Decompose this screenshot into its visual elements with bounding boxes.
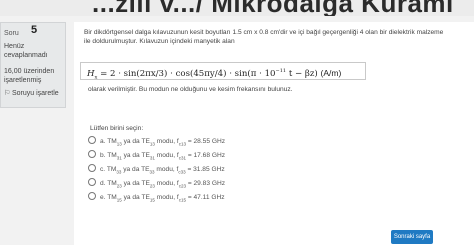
option-mode-te: ya da TE (121, 166, 150, 173)
answer-option[interactable]: a. TM13 ya da TE13 modu, fc13 = 28.55 GH… (88, 136, 318, 148)
option-mode-tm: TM (107, 138, 117, 145)
option-letter: c. (100, 166, 106, 173)
option-mode-tm: TM (107, 180, 117, 187)
flag-question-label: Soruyu işaretle (11, 90, 59, 97)
answer-option[interactable]: d. TM23 ya da TE23 modu, fc23 = 29.83 GH… (88, 178, 318, 190)
option-cutoff-value: = 28.55 GHz (185, 138, 226, 145)
question-prompt: Bir dikdörtgensel dalga kılavuzunun kesi… (84, 29, 444, 45)
radio-button[interactable] (88, 150, 96, 158)
option-letter: b. (100, 152, 106, 159)
radio-button[interactable] (88, 192, 96, 200)
formula-lhs: H (87, 68, 95, 79)
question-label: Soru (4, 30, 19, 37)
option-cutoff-sub: c23 (178, 183, 186, 189)
option-mode-te: ya da TE (121, 138, 150, 145)
option-mode-te: ya da TE (121, 194, 150, 201)
next-page-button[interactable]: Sonraki sayfa (391, 230, 433, 244)
radio-button[interactable] (88, 164, 96, 172)
formula-lhs-sub: x (94, 74, 98, 81)
formula-rhs-a: = 2 · sin(2πx/3) · cos(45πy/4) · sin(π ·… (100, 68, 276, 79)
flag-icon: ⚐ (4, 90, 11, 97)
radio-button[interactable] (88, 178, 96, 186)
option-cutoff-sub: c15 (178, 197, 186, 203)
formula-exponent: −11 (275, 68, 287, 74)
question-number: 5 (31, 24, 38, 36)
option-letter: d. (100, 180, 106, 187)
option-cutoff-label: modu, f (154, 138, 179, 145)
option-letter: e. (100, 194, 106, 201)
answer-option[interactable]: e. TM15 ya da TE15 modu, fc15 = 47.11 GH… (88, 192, 318, 204)
option-cutoff-sub: c31 (178, 155, 186, 161)
option-mode-tm: TM (107, 152, 117, 159)
option-cutoff-label: modu, f (154, 166, 179, 173)
answer-option[interactable]: c. TM33 ya da TE33 modu, fc33 = 31.85 GH… (88, 164, 318, 176)
option-mode-te: ya da TE (121, 180, 150, 187)
option-cutoff-sub: c33 (178, 169, 186, 175)
question-status: Henüz cevaplanmadı (4, 43, 48, 59)
header-banner: ...zlil v.../ Mikrodalga Kuramı (0, 0, 474, 16)
option-mode-tm: TM (106, 166, 117, 173)
formula-unit: (A/m) (320, 67, 342, 78)
option-cutoff-value: = 31.85 GHz (185, 166, 225, 173)
option-cutoff-label: modu, f (154, 180, 179, 187)
option-mode-tm: TM (107, 194, 117, 201)
radio-button[interactable] (88, 136, 96, 144)
option-mode-te: ya da TE (121, 152, 150, 159)
option-cutoff-label: modu, f (154, 152, 179, 159)
course-title: ...zlil v.../ Mikrodalga Kuramı (92, 0, 454, 16)
formula-rhs-b: t − βz) (288, 68, 318, 79)
choose-label: Lütfen birini seçin: (90, 125, 144, 132)
question-info-panel: Soru 5 Henüz cevaplanmadı 16,00 üzerinde… (0, 22, 66, 108)
question-marks: 16,00 üzerinden işaretlenmiş (4, 68, 55, 84)
option-cutoff-value: = 47.11 GHz (185, 194, 225, 201)
answer-option[interactable]: b. TM31 ya da TE31 modu, fc31 = 17.68 GH… (88, 150, 318, 162)
option-cutoff-value: = 29.83 GHz (185, 180, 226, 187)
flag-question-link[interactable]: ⚐ Soruyu işaretle (4, 89, 64, 98)
option-letter: a. (100, 138, 106, 145)
option-cutoff-label: modu, f (154, 194, 179, 201)
magnetic-field-formula: Hx = 2 · sin(2πx/3) · cos(45πy/4) · sin(… (80, 62, 366, 81)
question-description: olarak verilmiştir. Bu modun ne olduğunu… (88, 86, 293, 93)
question-content: Bir dikdörtgensel dalga kılavuzunun kesi… (74, 22, 474, 245)
option-cutoff-value: = 17.68 GHz (185, 152, 226, 159)
option-cutoff-sub: c13 (178, 141, 186, 147)
